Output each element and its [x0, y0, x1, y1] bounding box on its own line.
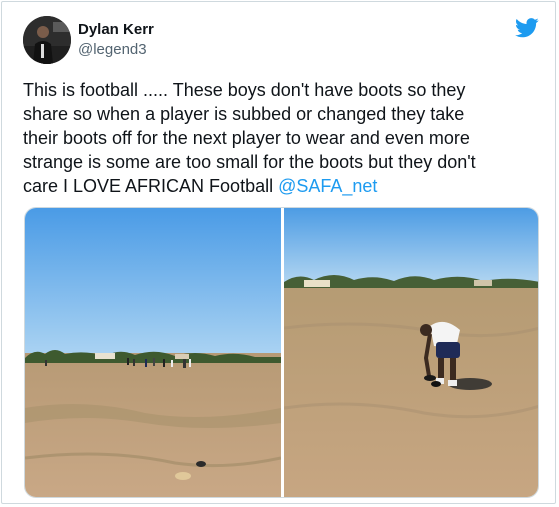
- author-name[interactable]: Dylan Kerr: [78, 21, 154, 38]
- mention-link[interactable]: @SAFA_net: [278, 176, 377, 196]
- tweet-text-line: This is football ..... These boys don't …: [23, 80, 466, 100]
- photo-player-boots[interactable]: [283, 208, 538, 497]
- twitter-bird-icon[interactable]: [515, 18, 539, 38]
- tweet-card[interactable]: Dylan Kerr @legend3 This is football ...…: [1, 1, 556, 504]
- tweet-media[interactable]: [24, 207, 539, 498]
- tweet-text: This is football ..... These boys don't …: [23, 78, 543, 198]
- avatar[interactable]: [23, 16, 71, 64]
- tweet-text-line: share so when a player is subbed or chan…: [23, 104, 465, 124]
- tweet-text-line: care I LOVE AFRICAN Football: [23, 176, 279, 196]
- avatar-image: [23, 16, 71, 64]
- photo-field-players[interactable]: [25, 208, 282, 497]
- tweet-text-line: strange is some are too small for the bo…: [23, 152, 476, 172]
- tweet-text-line: their boots off for the next player to w…: [23, 128, 470, 148]
- author-handle[interactable]: @legend3: [78, 41, 147, 58]
